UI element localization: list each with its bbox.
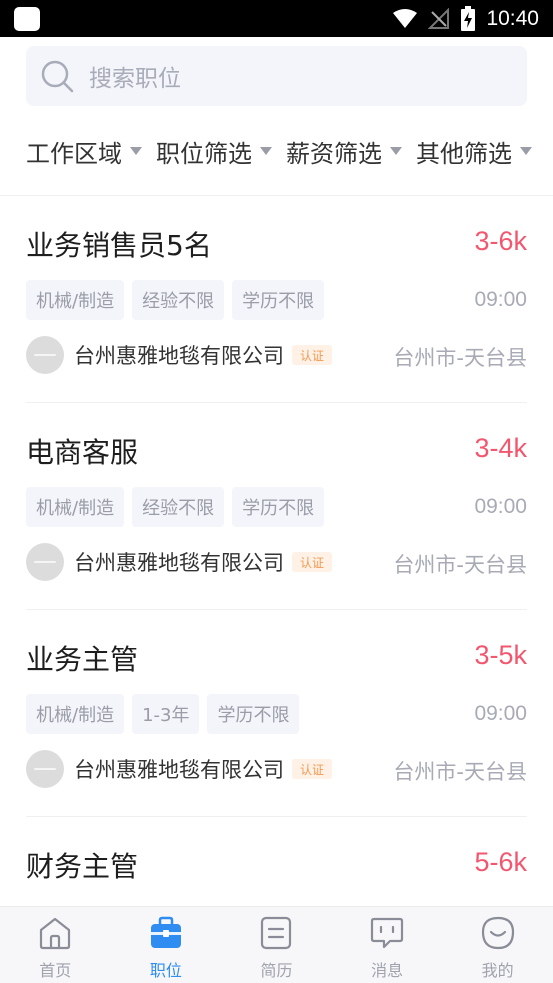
caret-down-icon	[130, 147, 142, 155]
job-tag: 机械/制造	[26, 280, 125, 320]
company-name: 台州惠雅地毯有限公司	[74, 344, 284, 368]
status-bar: 10:40	[0, 0, 553, 37]
job-time: 09:00	[474, 288, 527, 311]
company-logo	[26, 543, 64, 581]
filter-position[interactable]: 职位筛选	[156, 134, 272, 169]
filter-label: 其他筛选	[416, 139, 512, 168]
filter-salary[interactable]: 薪资筛选	[286, 134, 402, 169]
job-tag: 机械/制造	[26, 694, 125, 734]
job-tag: 经验不限	[132, 280, 225, 320]
notification-icon	[14, 7, 40, 31]
search-icon	[41, 60, 74, 93]
company-logo	[26, 336, 64, 374]
company-row: 台州惠雅地毯有限公司 认证	[26, 336, 333, 374]
job-title: 电商客服	[26, 436, 139, 469]
tab-label: 简历	[260, 961, 293, 980]
job-card[interactable]: 业务主管 3-5k 机械/制造 1-3年 学历不限 09:00 台州惠雅地毯有限…	[0, 610, 553, 817]
filter-area[interactable]: 工作区域	[26, 134, 142, 169]
tab-messages[interactable]: 消息	[332, 907, 443, 983]
caret-down-icon	[260, 147, 272, 155]
job-location: 台州市-天台县	[393, 553, 527, 577]
job-title: 财务主管	[26, 850, 139, 883]
filter-other[interactable]: 其他筛选	[416, 134, 532, 169]
job-salary: 3-4k	[474, 433, 527, 463]
filter-label: 薪资筛选	[286, 139, 382, 168]
filter-label: 职位筛选	[156, 139, 252, 168]
job-tag: 1-3年	[132, 694, 200, 734]
job-title: 业务主管	[26, 643, 139, 676]
company-name: 台州惠雅地毯有限公司	[74, 551, 284, 575]
verified-badge: 认证	[292, 759, 333, 779]
job-tag: 学历不限	[232, 487, 325, 527]
job-card[interactable]: 电商客服 3-4k 机械/制造 经验不限 学历不限 09:00 台州惠雅地毯有限…	[0, 403, 553, 610]
company-row: 台州惠雅地毯有限公司 认证	[26, 750, 333, 788]
job-tags: 机械/制造 1-3年 学历不限	[26, 694, 300, 734]
verified-badge: 认证	[292, 345, 333, 365]
home-icon	[40, 917, 71, 950]
job-salary: 3-6k	[474, 226, 527, 256]
job-list: 业务销售员5名 3-6k 机械/制造 经验不限 学历不限 09:00 台州惠雅地…	[0, 196, 553, 906]
resume-icon	[261, 916, 292, 950]
wifi-icon	[392, 8, 418, 29]
tab-home[interactable]: 首页	[0, 907, 111, 983]
battery-charging-icon	[460, 5, 476, 32]
profile-icon	[481, 916, 514, 950]
job-title: 业务销售员5名	[26, 229, 212, 262]
company-name: 台州惠雅地毯有限公司	[74, 758, 284, 782]
tab-label: 消息	[371, 961, 404, 980]
message-icon	[370, 917, 404, 949]
bottom-tab-bar: 首页 职位 简历 消息 我的	[0, 906, 553, 983]
tab-label: 首页	[39, 961, 72, 980]
job-salary: 3-5k	[474, 640, 527, 670]
tab-profile[interactable]: 我的	[442, 907, 553, 983]
tab-label: 职位	[149, 961, 182, 980]
job-location: 台州市-天台县	[393, 346, 527, 370]
job-tag: 学历不限	[232, 280, 325, 320]
job-tags: 机械/制造 经验不限 学历不限	[26, 487, 325, 527]
caret-down-icon	[520, 147, 532, 155]
company-logo	[26, 750, 64, 788]
status-time: 10:40	[486, 6, 539, 30]
filter-bar: 工作区域 职位筛选 薪资筛选 其他筛选	[26, 128, 536, 174]
verified-badge: 认证	[292, 552, 333, 572]
job-card[interactable]: 业务销售员5名 3-6k 机械/制造 经验不限 学历不限 09:00 台州惠雅地…	[0, 196, 553, 403]
job-salary: 5-6k	[474, 847, 527, 877]
job-time: 09:00	[474, 495, 527, 518]
filter-label: 工作区域	[26, 139, 122, 168]
job-time: 09:00	[474, 702, 527, 725]
caret-down-icon	[390, 147, 402, 155]
job-location: 台州市-天台县	[393, 760, 527, 784]
job-tag: 机械/制造	[26, 487, 125, 527]
job-tag: 经验不限	[132, 487, 225, 527]
signal-off-icon	[428, 7, 450, 30]
tab-resume[interactable]: 简历	[221, 907, 332, 983]
job-card[interactable]: 财务主管 5-6k	[0, 817, 553, 906]
job-tags: 机械/制造 经验不限 学历不限	[26, 280, 325, 320]
company-row: 台州惠雅地毯有限公司 认证	[26, 543, 333, 581]
search-input[interactable]: 搜索职位	[26, 46, 527, 106]
tab-label: 我的	[481, 961, 514, 980]
search-placeholder: 搜索职位	[89, 66, 181, 92]
briefcase-icon	[150, 916, 181, 948]
tab-jobs[interactable]: 职位	[111, 907, 222, 983]
job-tag: 学历不限	[207, 694, 300, 734]
